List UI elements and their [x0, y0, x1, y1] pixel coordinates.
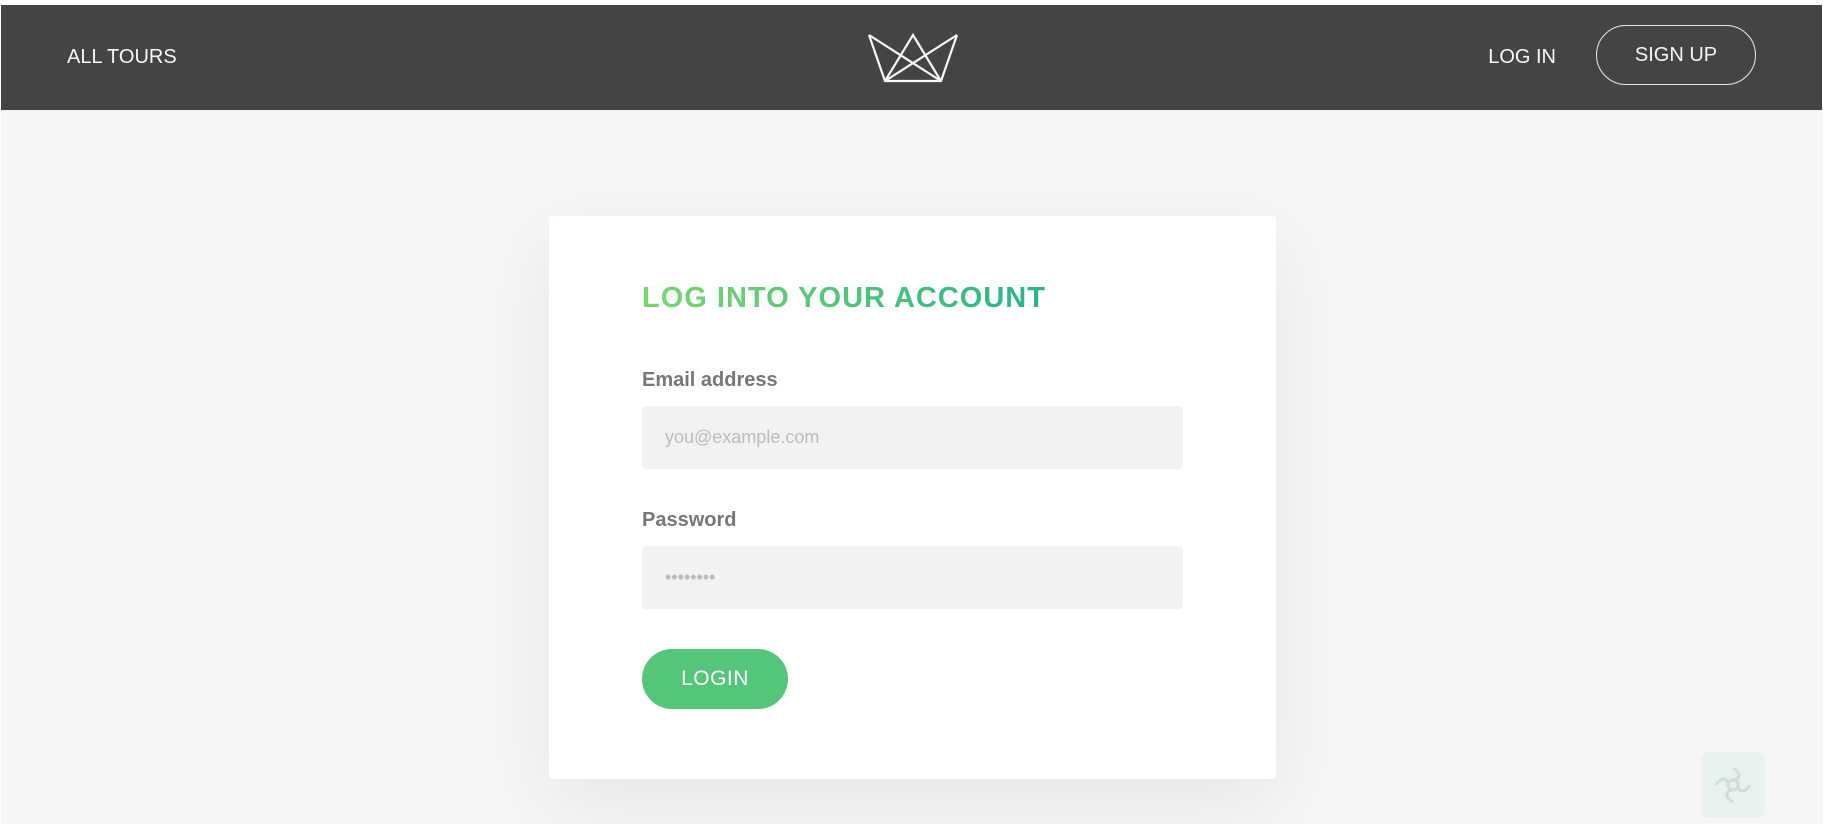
signup-button[interactable]: SIGN UP	[1596, 25, 1756, 85]
page-frame: ALL TOURS LOG IN SIGN UP LOG INTO YOUR A…	[1, 5, 1822, 824]
login-submit-button[interactable]: LOGIN	[642, 649, 788, 709]
login-title: LOG INTO YOUR ACCOUNT	[642, 282, 1046, 314]
email-label: Email address	[642, 369, 778, 391]
all-tours-link[interactable]: ALL TOURS	[67, 5, 177, 110]
password-input[interactable]	[642, 546, 1183, 609]
crown-logo-icon[interactable]	[867, 31, 959, 83]
login-card: LOG INTO YOUR ACCOUNT Email address Pass…	[549, 216, 1276, 779]
flower-badge-icon[interactable]	[1701, 752, 1765, 818]
login-link[interactable]: LOG IN	[1488, 5, 1556, 110]
password-label: Password	[642, 509, 737, 531]
site-header: ALL TOURS LOG IN SIGN UP	[1, 5, 1822, 110]
email-input[interactable]	[642, 406, 1183, 469]
